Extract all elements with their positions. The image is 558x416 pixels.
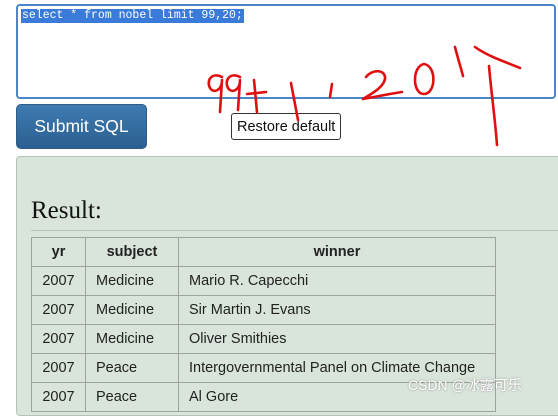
- handwritten-annotation: [207, 45, 522, 147]
- csdn-watermark: CSDN @冰露可乐: [408, 377, 522, 393]
